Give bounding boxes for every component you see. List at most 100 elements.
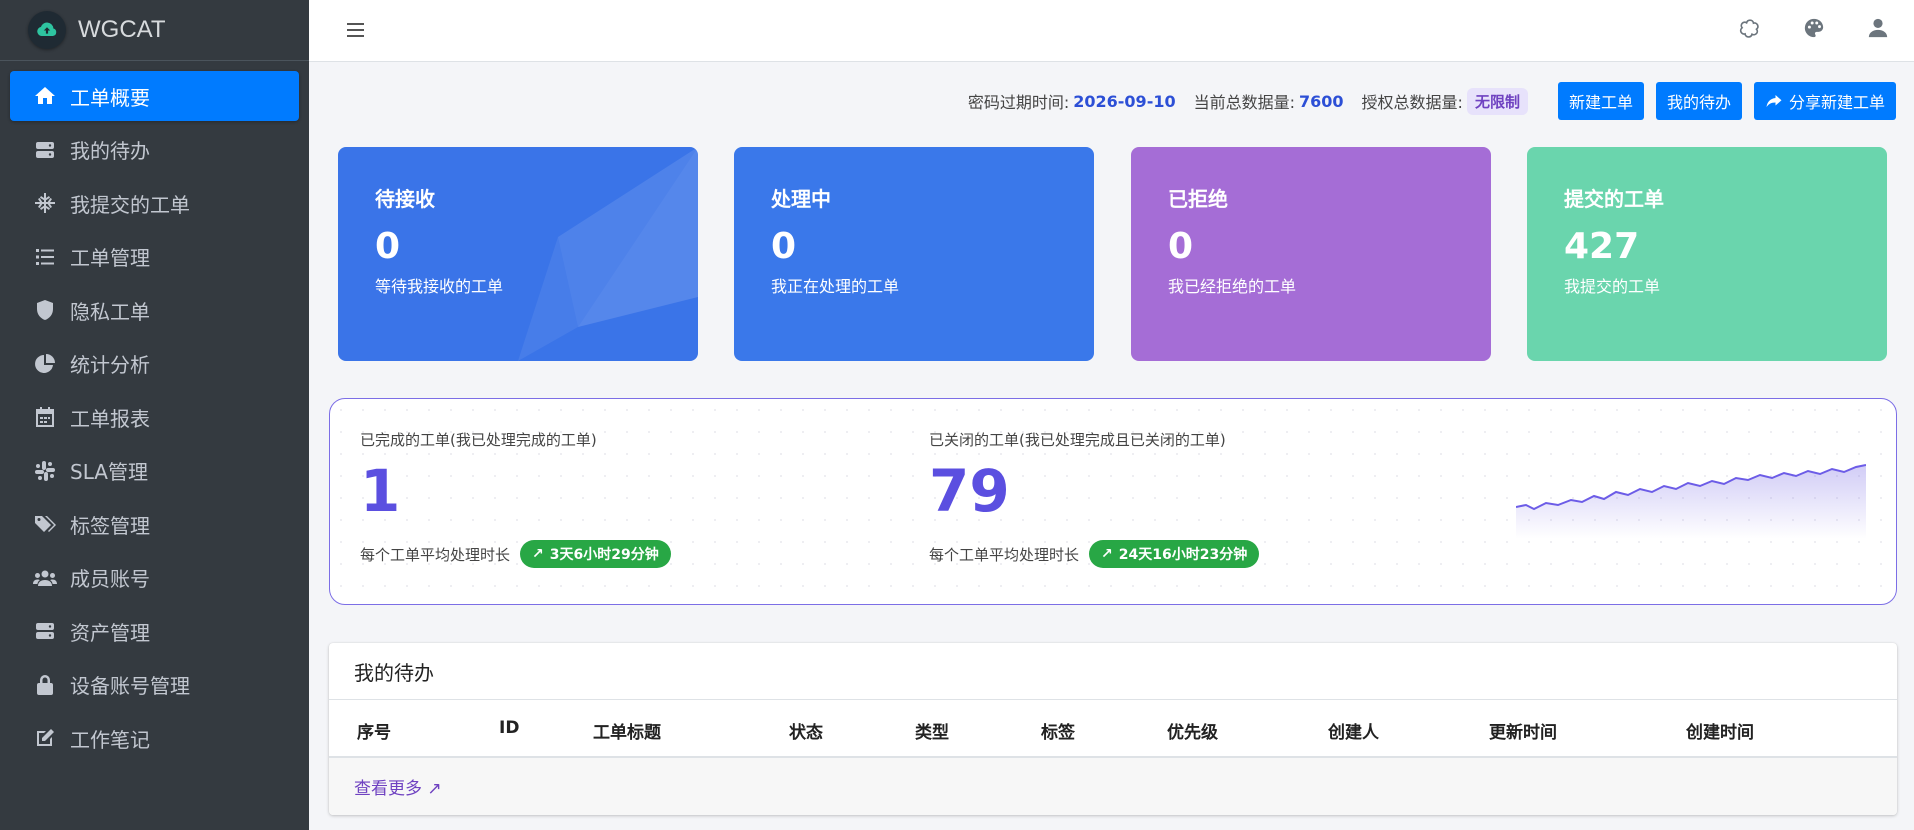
palette-icon[interactable] [1800,14,1828,42]
menu-toggle-icon[interactable] [342,16,370,44]
todo-title: 我的待办 [329,643,1897,700]
column-header[interactable]: 创建人 [1328,718,1379,743]
topbar [309,0,1914,62]
column-header[interactable]: 状态 [789,718,823,743]
sidebar-item-label: 隐私工单 [70,299,150,324]
stat-card-pending[interactable]: 待接收 0 等待我接收的工单 [338,147,698,361]
column-header[interactable]: 标签 [1041,718,1075,743]
completed-label: 已完成的工单(我已处理完成的工单) [360,431,597,449]
sidebar-item-label: 标签管理 [70,513,150,538]
sidebar-item-private-tickets[interactable]: 隐私工单 [10,285,299,335]
avg-duration-label: 每个工单平均处理时长 [929,545,1080,564]
users-icon [32,565,58,591]
cloud-upload-icon [28,11,66,49]
sidebar-item-label: 我提交的工单 [70,192,190,217]
sidebar-item-label: 工单管理 [70,246,150,270]
sidebar-item-assets[interactable]: 资产管理 [10,606,299,656]
pie-chart-icon [32,351,58,377]
avg-duration-label: 每个工单平均处理时长 [360,545,511,564]
edit-icon [32,725,58,751]
avg-duration-badge: ↗ 24天16小时23分钟 [1089,540,1260,568]
stat-card-rejected[interactable]: 已拒绝 0 我已经拒绝的工单 [1131,147,1491,361]
sidebar-item-work-notes[interactable]: 工作笔记 [10,713,299,763]
stat-card-title: 提交的工单 [1564,187,1664,211]
password-expire-value: 2026-09-10 [1073,91,1176,111]
my-todo-button[interactable]: 我的待办 [1655,82,1742,120]
column-header[interactable]: 工单标题 [593,718,661,743]
brand[interactable]: WGCAT [0,0,309,61]
trend-up-icon: ↗ [1101,546,1113,562]
view-more-link[interactable]: 查看更多 ↗ [354,774,442,799]
sidebar-item-reports[interactable]: 工单报表 [10,392,299,442]
stat-card-subtitle: 我提交的工单 [1564,277,1661,296]
share-icon [1766,95,1782,107]
sidebar-item-my-submitted[interactable]: 我提交的工单 [10,178,299,228]
sidebar-item-label: 成员账号 [70,567,150,591]
sidebar-item-my-todo[interactable]: 我的待办 [10,125,299,175]
user-icon[interactable] [1864,14,1892,42]
stat-card-title: 已拒绝 [1168,187,1228,211]
closed-avg-row: 每个工单平均处理时长 ↗ 24天16小时23分钟 [929,540,1260,568]
license-label: 授权总数据量: [1361,93,1463,112]
shield-icon [32,297,58,323]
todo-footer: 查看更多 ↗ [329,758,1897,815]
stat-card-submitted[interactable]: 提交的工单 427 我提交的工单 [1527,147,1887,361]
trend-sparkline [1516,464,1866,539]
server-icon [32,618,58,644]
todo-table-header: 序号 ID 工单标题 状态 类型 标签 优先级 创建人 更新时间 创建时间 [329,700,1897,758]
column-header[interactable]: 创建时间 [1686,718,1754,743]
column-header[interactable]: 优先级 [1167,718,1218,743]
column-header[interactable]: 序号 [357,718,391,743]
tags-icon [32,511,58,537]
app-name: WGCAT [78,16,166,43]
stat-card-processing[interactable]: 处理中 0 我正在处理的工单 [734,147,1094,361]
share-new-ticket-label: 分享新建工单 [1788,93,1885,112]
column-header[interactable]: ID [499,718,519,738]
sidebar-item-members[interactable]: 成员账号 [10,553,299,603]
avg-duration-badge: ↗ 3天6小时29分钟 [520,540,671,568]
openai-icon[interactable] [1736,14,1764,42]
topbar-actions [1736,14,1892,42]
sidebar-item-ticket-management[interactable]: 工单管理 [10,232,299,282]
sidebar-item-label: 统计分析 [70,353,150,377]
completed-tickets-panel: 已完成的工单(我已处理完成的工单) 1 每个工单平均处理时长 ↗ 3天6小时29分… [329,398,1897,605]
total-data-label: 当前总数据量: [1193,93,1295,112]
sidebar-item-label: 工单概要 [70,85,150,110]
total-data-value: 7600 [1299,91,1344,111]
sidebar-item-label: SLA管理 [70,460,148,484]
stat-card-value: 427 [1564,226,1640,267]
sidebar: WGCAT 工单概要 我的待办 我提交的工单 工单管理 隐私工单 统计分析 工单… [0,0,309,830]
list-icon [32,244,58,270]
new-ticket-button[interactable]: 新建工单 [1557,82,1644,120]
closed-count: 79 [929,457,1010,525]
stat-card-value: 0 [1168,226,1194,267]
trend-up-icon: ↗ [532,546,544,562]
stat-card-title: 处理中 [771,187,831,211]
paper-plane-decoration [518,147,698,361]
avg-duration-value: 24天16小时23分钟 [1118,547,1248,563]
share-new-ticket-button[interactable]: 分享新建工单 [1753,82,1896,120]
column-header[interactable]: 类型 [915,718,949,743]
sidebar-item-label: 工单报表 [70,406,150,431]
closed-section: 已关闭的工单(我已处理完成且已关闭的工单) 79 每个工单平均处理时长 ↗ 24天… [929,429,1260,568]
column-header[interactable]: 更新时间 [1489,718,1557,743]
license-badge: 无限制 [1466,87,1528,115]
stat-card-subtitle: 我已经拒绝的工单 [1168,277,1297,296]
info-bar: 密码过期时间: 2026-09-10 当前总数据量: 7600 授权总数据量: … [968,82,1896,120]
sidebar-item-label: 资产管理 [70,620,150,645]
sidebar-item-label: 我的待办 [70,139,150,163]
avg-duration-value: 3天6小时29分钟 [549,547,659,563]
password-expire-label: 密码过期时间: [967,93,1070,112]
server-icon [32,137,58,163]
sidebar-item-device-accounts[interactable]: 设备账号管理 [10,660,299,710]
completed-section: 已完成的工单(我已处理完成的工单) 1 每个工单平均处理时长 ↗ 3天6小时29分… [360,429,671,568]
completed-count: 1 [360,457,401,525]
sidebar-item-tags[interactable]: 标签管理 [10,499,299,549]
my-todo-panel: 我的待办 序号 ID 工单标题 状态 类型 标签 优先级 创建人 更新时间 创建… [329,643,1897,815]
sidebar-item-sla[interactable]: SLA管理 [10,446,299,496]
slack-icon [32,458,58,484]
stat-card-subtitle: 我正在处理的工单 [771,277,900,296]
sidebar-item-overview[interactable]: 工单概要 [10,71,299,121]
sidebar-item-statistics[interactable]: 统计分析 [10,339,299,389]
calendar-icon [32,404,58,430]
